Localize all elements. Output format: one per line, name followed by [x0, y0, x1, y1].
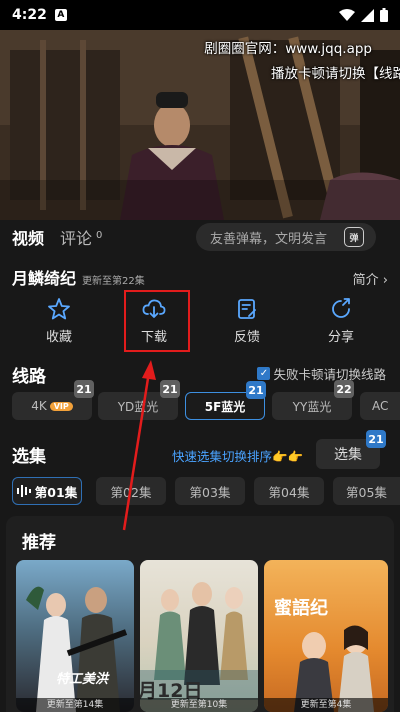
show-title: 月鳞绮纪: [12, 269, 77, 288]
danmaku-input[interactable]: 友善弹幕，文明发言 弹: [196, 223, 376, 251]
route-chip-4k[interactable]: 4K VIP 21: [12, 380, 94, 420]
episode-count-badge: 21: [366, 430, 386, 448]
tab-comments[interactable]: 评论 0: [60, 225, 102, 249]
status-time: 4:22: [12, 7, 47, 23]
checkbox-checked-icon: ✓: [257, 367, 271, 380]
route-label: AC: [372, 399, 389, 413]
comments-count: 0: [96, 229, 103, 241]
video-player[interactable]: 剧圈圈官网：www.jqq.app 播放卡顿请切换【线路: [0, 30, 400, 220]
feedback-icon: [238, 299, 256, 319]
poster-caption: 更新至第14集: [16, 698, 134, 712]
episode-sort-link[interactable]: 快速选集切换排序👉👉: [172, 446, 303, 465]
episode-label: 第04集: [268, 484, 310, 500]
episode-chip[interactable]: 第03集: [175, 477, 245, 505]
vip-badge: VIP: [49, 401, 73, 411]
episode-label: 第02集: [110, 484, 152, 500]
poster-caption: 更新至第10集: [140, 698, 258, 712]
poster-card[interactable]: 特工美洪 更新至第14集: [16, 560, 134, 712]
episode-label: 第05集: [346, 484, 387, 500]
danmaku-placeholder: 友善弹幕，文明发言: [210, 231, 328, 247]
action-bar: 收藏 下载 反馈 分享: [0, 292, 400, 352]
episode-chip[interactable]: 第04集: [254, 477, 324, 505]
video-frame: [0, 30, 400, 220]
route-label: 5F蓝光: [204, 399, 246, 414]
poster-image: [294, 625, 374, 712]
star-icon: [48, 298, 70, 320]
feedback-label: 反馈: [233, 330, 260, 345]
danmaku-toggle-icon[interactable]: 弹: [344, 227, 364, 247]
route-count-badge: 21: [160, 380, 180, 398]
route-count-badge: 22: [334, 380, 354, 398]
battery-icon: [380, 8, 388, 22]
feedback-button[interactable]: 反馈: [212, 292, 282, 352]
playing-bars-icon: [16, 485, 31, 497]
route-count-badge: 21: [74, 380, 94, 398]
tab-video[interactable]: 视频: [12, 225, 44, 249]
episode-label: 第01集: [34, 484, 78, 500]
episodes-title: 选集: [12, 447, 46, 467]
share-icon: [332, 298, 350, 318]
share-button[interactable]: 分享: [306, 292, 376, 352]
show-header: 月鳞绮纪 更新至第22集 简介 ›: [12, 265, 388, 288]
status-bar: 4:22 A: [0, 0, 400, 30]
poster-image: [26, 586, 128, 712]
status-indicators: [339, 8, 388, 22]
poster-card[interactable]: 月12日 更新至第10集: [140, 560, 258, 712]
favorite-label: 收藏: [45, 330, 72, 345]
auto-switch-label: 失败卡顿请切换线路: [273, 367, 386, 382]
wifi-icon: [339, 9, 355, 21]
route-label: YD蓝光: [117, 399, 159, 414]
auto-switch-toggle[interactable]: ✓ 失败卡顿请切换线路: [257, 364, 386, 383]
poster-caption: 更新至第4集: [264, 698, 388, 712]
recommend-title: 推荐: [22, 533, 56, 553]
episode-label: 第03集: [189, 484, 231, 500]
route-chip-yd[interactable]: YD蓝光 21: [98, 380, 180, 420]
route-chip-5f-selected[interactable]: 5F蓝光 21: [185, 381, 266, 420]
route-label: 4K: [31, 399, 47, 413]
tab-comments-label: 评论: [60, 229, 93, 248]
update-status: 更新至第22集: [82, 276, 145, 287]
route-label: YY蓝光: [292, 399, 332, 414]
route-chip-yy[interactable]: YY蓝光 22: [272, 380, 354, 420]
detail-panel: 视频 评论 0 友善弹幕，文明发言 弹 月鳞绮纪 更新至第22集 简介 › 收藏 …: [0, 220, 400, 712]
share-label: 分享: [327, 330, 354, 345]
favorite-button[interactable]: 收藏: [24, 292, 94, 352]
episode-chip[interactable]: 第05集: [333, 477, 400, 505]
episode-chip[interactable]: 第02集: [96, 477, 166, 505]
route-count-badge: 21: [246, 381, 266, 399]
signal-icon: [361, 8, 374, 22]
intro-link[interactable]: 简介 ›: [353, 269, 388, 288]
poster-art-text: 蜜語纪: [274, 598, 328, 619]
routes-title: 线路: [12, 367, 46, 387]
recommend-panel: 推荐 特工美洪 更新至第14集 月12日 更新至第10集 蜜語纪 更新至第4集: [6, 516, 394, 712]
app-notification-icon: A: [54, 9, 67, 21]
poster-art-text: 特工美洪: [56, 672, 109, 687]
episode-chip-selected[interactable]: 第01集: [12, 477, 82, 505]
poster-card[interactable]: 蜜語纪 更新至第4集: [264, 560, 388, 712]
watermark-hint: 播放卡顿请切换【线路: [271, 66, 400, 82]
download-highlight-box: [124, 290, 190, 352]
route-chip-ac[interactable]: AC: [360, 392, 400, 420]
watermark-site: 剧圈圈官网：www.jqq.app: [204, 41, 372, 57]
